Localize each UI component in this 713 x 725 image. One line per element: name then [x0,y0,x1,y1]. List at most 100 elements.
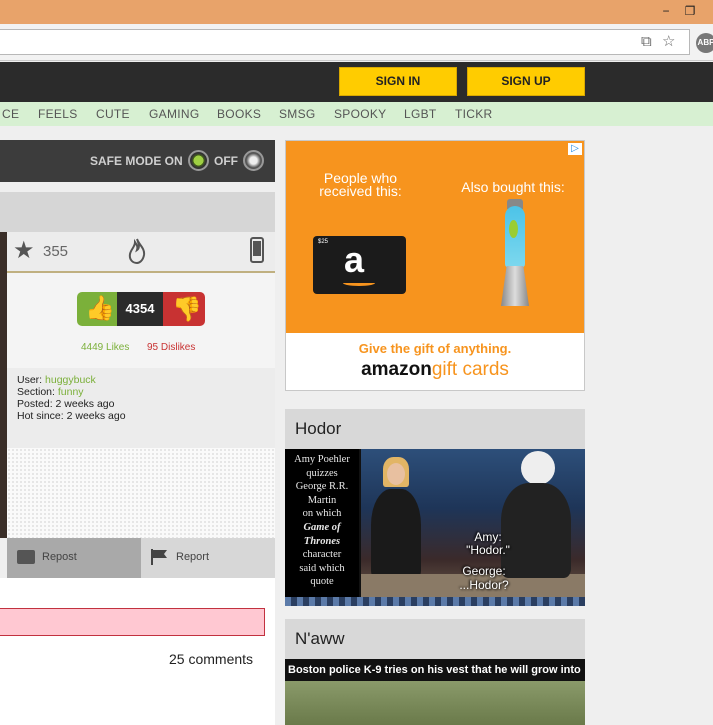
site-header: SIGN IN SIGN UP [0,62,713,102]
window-titlebar: − ❐ [0,0,713,24]
ad-banner: ▷ People who received this: Also bought … [286,141,584,333]
repost-label: Repost [42,551,77,563]
post-section-line: Section: funny [17,386,84,398]
quiz-line: quote [310,576,334,588]
category-item[interactable]: SPOOKY [334,107,386,121]
quiz-line: on which [302,508,342,520]
category-item[interactable]: GAMING [149,107,199,121]
quiz-line: Amy Poehler [294,454,350,465]
lava-lamp-base [501,266,529,306]
ad-people-who-text: People who received this: [319,170,402,199]
safe-mode-label: SAFE MODE ON [90,154,183,168]
like-button[interactable]: 👍 [77,292,117,326]
user-label: User: [17,374,43,386]
naww-caption: Boston police K-9 tries on his vest that… [288,664,581,676]
report-button[interactable]: Report [141,538,275,578]
reader-view-icon[interactable]: ⧉ [641,34,652,50]
address-bar[interactable]: ⧉ ☆ [0,29,690,55]
gift-card-image: $25 a [313,236,406,294]
subtitle-george-line: ...Hodor? [459,578,509,592]
dislike-button[interactable]: 👎 [163,292,205,326]
hot-since-time: Hot since: 2 weeks ago [17,410,126,422]
notice-box [0,608,265,636]
likes-count: 4449 Likes [81,342,130,353]
subtitle-hodor: "Hodor." [466,543,510,557]
naww-card-title[interactable]: N'aww [285,619,585,659]
lava-lamp-image [505,206,525,268]
category-item[interactable]: CE [2,107,19,121]
sign-in-button[interactable]: SIGN IN [339,67,457,96]
guest-head [521,451,555,485]
lava-blob [509,220,518,238]
report-label: Report [176,551,210,563]
bookmark-star-icon[interactable]: ☆ [662,34,675,50]
post-image-edge [0,232,7,538]
talk-show-scene: Amy: "Hodor." George: ...Hodor? [361,449,585,597]
vote-widget: 👍 4354 👎 [77,292,205,326]
host-face [387,463,405,485]
dislikes-count: 95 Dislikes [147,342,196,353]
category-item[interactable]: SMSG [279,107,316,121]
user-link[interactable]: huggybuck [45,374,96,386]
safe-mode-bar: SAFE MODE ON OFF [0,140,275,182]
quiz-line: Thrones [303,535,341,547]
k9-photo [285,681,585,725]
favorite-count: 355 [43,243,69,260]
repost-button[interactable]: Repost [7,538,141,578]
card-value: $25 [318,239,329,245]
quiz-line: quizzes [306,467,338,479]
minimize-button[interactable]: − [656,2,676,20]
vote-score: 4354 [117,292,163,326]
category-nav: CE FEELS CUTE GAMING BOOKS SMSG SPOOKY L… [0,102,713,126]
section-label: Section: [17,386,55,398]
quiz-line: character [302,549,342,561]
ad-gift-line: Give the gift of anything. [358,341,512,356]
amazon-gift-cards-logo: amazongift cards [286,359,584,381]
quiz-line: Martin [307,494,337,506]
thumbs-down-icon: 👎 [172,296,202,323]
quiz-line: George R.R. [295,481,349,493]
hodor-image[interactable]: Amy Poehler quizzes George R.R. Martin o… [285,449,585,606]
sign-up-button[interactable]: SIGN UP [467,67,585,96]
mobile-icon[interactable] [250,237,264,268]
adblock-icon[interactable]: ABP [696,33,713,53]
repost-icon [17,550,35,564]
section-link[interactable]: funny [58,386,84,398]
quiz-line: Game of [303,521,341,533]
flag-icon [150,548,170,571]
amazon-smile [343,280,375,286]
star-icon[interactable]: ★ [13,238,35,264]
advertisement[interactable]: ▷ People who received this: Also bought … [285,140,585,391]
safe-mode-off-toggle[interactable] [243,150,264,171]
browser-toolbar: ⧉ ☆ ABP [0,24,713,61]
safe-mode-off-label: OFF [214,154,238,168]
comments-count[interactable]: 25 comments [169,651,253,667]
category-item[interactable]: BOOKS [217,107,261,121]
post-title-band [0,192,275,232]
post-spacer [7,448,275,538]
restore-button[interactable]: ❐ [680,2,700,20]
category-item[interactable]: TICKR [455,107,493,121]
image-bottom-strip [285,597,585,606]
category-item[interactable]: CUTE [96,107,130,121]
safe-mode-on-toggle[interactable] [188,150,209,171]
host-body [371,489,421,579]
amazon-a-logo: a [344,239,365,280]
thumbs-up-icon: 👍 [85,295,115,322]
post-user-line: User: huggybuck [17,374,96,386]
hodor-card-title[interactable]: Hodor [285,409,585,449]
post-action-row: ★ 355 [7,232,275,273]
amazon-brand: amazon [361,359,432,380]
adchoices-icon[interactable]: ▷ [568,143,582,155]
gift-cards-text: gift cards [431,359,509,380]
quiz-line: said which [299,562,345,574]
ad-also-bought-text: Also bought this: [461,179,565,195]
category-item[interactable]: LGBT [404,107,437,121]
category-item[interactable]: FEELS [38,107,78,121]
subtitle-george: George: [462,564,506,578]
flame-icon[interactable] [127,238,147,269]
posted-time: Posted: 2 weeks ago [17,398,115,410]
hodor-quiz-text: Amy Poehler quizzes George R.R. Martin o… [285,449,359,597]
post-meta: User: huggybuck Section: funny Posted: 2… [7,368,275,448]
naww-image[interactable]: Boston police K-9 tries on his vest that… [285,659,585,725]
